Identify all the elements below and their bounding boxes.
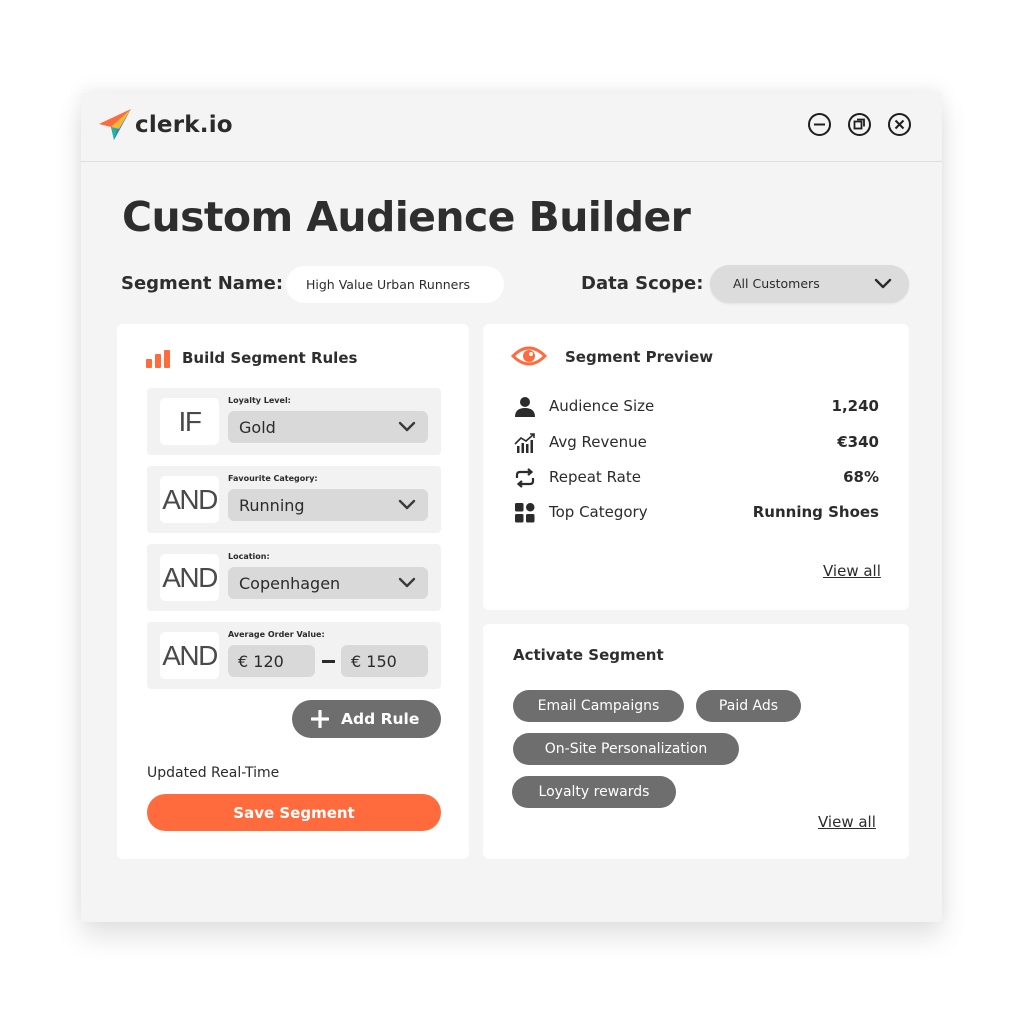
- stat-value: €340: [837, 433, 879, 451]
- loyalty-level-value: Gold: [239, 418, 276, 437]
- segment-name-input[interactable]: [286, 266, 504, 303]
- data-scope-label: Data Scope:: [581, 273, 704, 294]
- activate-segment-title: Activate Segment: [513, 646, 664, 664]
- activate-segment-card: Activate Segment Email Campaigns Paid Ad…: [483, 624, 909, 859]
- eye-icon: [511, 346, 547, 366]
- stat-label: Top Category: [549, 503, 648, 521]
- location-select[interactable]: Copenhagen: [228, 567, 428, 599]
- paper-plane-logo-icon: [99, 109, 131, 140]
- chevron-down-icon: [398, 499, 416, 510]
- minimize-icon[interactable]: [807, 112, 832, 137]
- stat-value: 1,240: [831, 397, 879, 415]
- rule-operator: AND: [160, 554, 219, 601]
- grid-icon: [515, 503, 535, 523]
- range-separator: [322, 660, 335, 663]
- build-rules-card: Build Segment Rules IF Loyalty Level: Go…: [117, 324, 469, 859]
- rule-operator: AND: [160, 476, 219, 523]
- location-value: Copenhagen: [239, 574, 341, 593]
- build-rules-title: Build Segment Rules: [182, 349, 358, 367]
- add-rule-button[interactable]: Add Rule: [292, 700, 441, 738]
- rule-field-label: Loyalty Level:: [228, 396, 291, 405]
- close-icon[interactable]: [887, 112, 912, 137]
- order-value-max-input[interactable]: € 150: [341, 645, 428, 677]
- title-bar: clerk.io: [81, 93, 942, 162]
- bar-chart-icon: [146, 350, 170, 368]
- loyalty-level-select[interactable]: Gold: [228, 411, 428, 443]
- activate-view-all-link[interactable]: View all: [818, 813, 876, 831]
- rule-row: AND Average Order Value: € 120 € 150: [147, 622, 441, 689]
- order-value-min-input[interactable]: € 120: [228, 645, 315, 677]
- updated-status: Updated Real-Time: [147, 765, 280, 781]
- chevron-down-icon: [398, 421, 416, 432]
- channel-chip-onsite[interactable]: On-Site Personalization: [513, 733, 739, 765]
- stat-row-repeat-rate: Repeat Rate 68%: [511, 465, 881, 491]
- save-segment-button[interactable]: Save Segment: [147, 794, 441, 831]
- data-scope-select[interactable]: All Customers: [710, 265, 909, 303]
- segment-name-label: Segment Name:: [121, 273, 284, 294]
- revenue-chart-icon: [514, 433, 535, 453]
- rule-field-label: Average Order Value:: [228, 630, 325, 639]
- chevron-down-icon: [874, 278, 892, 289]
- channel-chip-email[interactable]: Email Campaigns: [513, 690, 684, 722]
- plus-icon: [311, 710, 329, 728]
- segment-preview-title: Segment Preview: [565, 348, 714, 366]
- favourite-category-value: Running: [239, 496, 305, 515]
- favourite-category-select[interactable]: Running: [228, 489, 428, 521]
- restore-icon[interactable]: [847, 112, 872, 137]
- stat-row-avg-revenue: Avg Revenue €340: [511, 430, 881, 456]
- page-title: Custom Audience Builder: [122, 193, 691, 241]
- rule-field-label: Favourite Category:: [228, 474, 318, 483]
- stat-label: Audience Size: [549, 397, 655, 415]
- logo: clerk.io: [97, 107, 233, 143]
- rule-row: AND Favourite Category: Running: [147, 466, 441, 533]
- stat-label: Avg Revenue: [549, 433, 647, 451]
- app-window: clerk.io Custom Audience Builder Segment…: [81, 93, 942, 922]
- data-scope-value: All Customers: [733, 276, 820, 291]
- segment-preview-card: Segment Preview Audience Size 1,240 Avg …: [483, 324, 909, 610]
- stat-row-audience-size: Audience Size 1,240: [511, 394, 881, 420]
- stat-value: 68%: [843, 468, 879, 486]
- user-icon: [515, 397, 535, 417]
- channel-chip-paid-ads[interactable]: Paid Ads: [696, 690, 801, 722]
- logo-text: clerk.io: [135, 112, 233, 138]
- rule-operator: AND: [160, 632, 219, 679]
- rule-row: IF Loyalty Level: Gold: [147, 388, 441, 455]
- preview-view-all-link[interactable]: View all: [823, 562, 881, 580]
- add-rule-label: Add Rule: [341, 710, 420, 728]
- stat-row-top-category: Top Category Running Shoes: [511, 500, 881, 526]
- repeat-icon: [515, 468, 535, 488]
- rule-row: AND Location: Copenhagen: [147, 544, 441, 611]
- rule-field-label: Location:: [228, 552, 270, 561]
- stat-label: Repeat Rate: [549, 468, 641, 486]
- channel-chip-loyalty[interactable]: Loyalty rewards: [512, 776, 676, 808]
- chevron-down-icon: [398, 577, 416, 588]
- stat-value: Running Shoes: [752, 503, 879, 521]
- window-controls: [807, 112, 912, 137]
- rule-operator: IF: [160, 398, 219, 445]
